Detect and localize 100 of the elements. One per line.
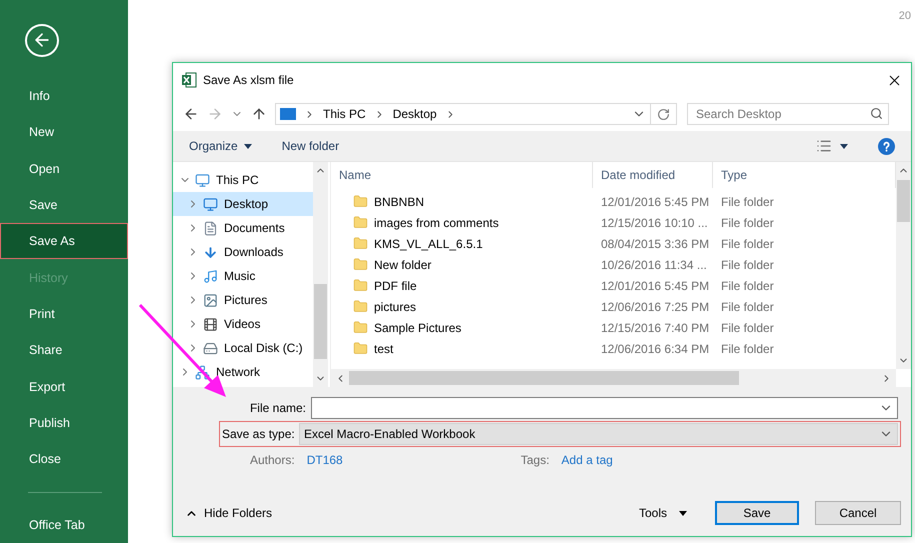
- add-tag-link[interactable]: Add a tag: [561, 453, 613, 467]
- monitor-icon: [280, 108, 296, 120]
- download-icon: [203, 244, 218, 260]
- type-cell-text: File folder: [720, 320, 775, 334]
- folder-tree-item[interactable]: Network: [173, 360, 313, 384]
- date-cell-text: 12/06/2016 6:34 PM: [600, 342, 710, 356]
- toolbar-button[interactable]: Organize: [189, 139, 252, 153]
- network-icon: [195, 364, 210, 380]
- backstage-menu-item[interactable]: Office Tab: [0, 506, 128, 543]
- scrollbar-thumb[interactable]: [897, 180, 910, 222]
- view-options-button[interactable]: [816, 138, 848, 154]
- folder-icon: [353, 236, 368, 251]
- scrollbar-thumb[interactable]: [349, 371, 739, 385]
- date-cell-text: 10/26/2016 11:34 ...: [600, 258, 708, 272]
- backstage-menu-item[interactable]: Info: [0, 78, 128, 114]
- film-icon: [203, 316, 218, 332]
- type-cell-text: File folder: [720, 216, 775, 230]
- date-cell-text: 12/15/2016 10:10 ...: [600, 216, 709, 230]
- file-row[interactable]: pictures 12/06/2016 7:25 PM File folder: [331, 296, 896, 317]
- dialog-button[interactable]: Cancel: [815, 501, 901, 525]
- search-field[interactable]: Search Desktop: [687, 103, 889, 125]
- type-cell-text: File folder: [720, 194, 775, 208]
- monitor-icon: [203, 196, 218, 212]
- folder-icon: [353, 194, 368, 209]
- file-row[interactable]: images from comments 12/15/2016 10:10 ... File folder: [331, 212, 896, 233]
- date-cell-text: 12/15/2016 7:40 PM: [600, 320, 710, 334]
- backstage-menu-item[interactable]: Share: [0, 332, 128, 369]
- caret-icon: [679, 510, 687, 516]
- backstage-menu-item[interactable]: Export: [0, 368, 128, 405]
- folder-icon: [353, 257, 368, 272]
- page-number: 20: [898, 10, 911, 22]
- column-header[interactable]: Date modified: [593, 162, 713, 188]
- date-cell-text: 12/06/2016 7:25 PM: [600, 300, 710, 314]
- file-name: BNBNBN: [374, 194, 424, 208]
- drive-icon: [203, 340, 218, 356]
- tools-menu-button[interactable]: Tools: [632, 501, 693, 525]
- folder-tree-item[interactable]: Local Disk (C:): [173, 336, 313, 360]
- folder-icon: [353, 320, 368, 335]
- backstage-menu-item[interactable]: Publish: [0, 404, 128, 442]
- address-bar[interactable]: This PC Desktop: [275, 103, 651, 125]
- backstage-menu-item[interactable]: Save As: [0, 223, 128, 260]
- backstage-menu-item[interactable]: Save: [0, 186, 128, 224]
- scrollbar[interactable]: [331, 369, 896, 387]
- refresh-button[interactable]: [651, 103, 677, 125]
- date-cell-text: 08/04/2015 3:36 PM: [600, 236, 710, 250]
- scrollbar-thumb[interactable]: [314, 284, 327, 359]
- type-cell-text: File folder: [720, 342, 775, 356]
- toolbar-button[interactable]: New folder: [282, 139, 340, 153]
- folder-tree-item[interactable]: Downloads: [173, 240, 313, 264]
- file-name: New folder: [374, 258, 432, 272]
- details-view-icon: [816, 138, 832, 154]
- search-icon: [870, 107, 883, 120]
- type-cell-text: File folder: [720, 258, 775, 272]
- folder-tree-item[interactable]: Pictures: [173, 288, 313, 312]
- file-name: KMS_VL_ALL_6.5.1: [374, 236, 483, 250]
- type-cell-text: File folder: [720, 278, 775, 292]
- date-cell-text: 12/01/2016 5:45 PM: [600, 194, 710, 208]
- backstage-menu-item[interactable]: New: [0, 114, 128, 150]
- authors-link[interactable]: DT168: [306, 453, 343, 467]
- file-row[interactable]: Sample Pictures 12/15/2016 7:40 PM File folder: [331, 317, 896, 338]
- back-button[interactable]: [25, 24, 59, 57]
- music-note-icon: [203, 268, 218, 284]
- breadcrumb-item[interactable]: Desktop: [392, 107, 437, 121]
- folder-tree-item[interactable]: Documents: [173, 216, 313, 240]
- back-button[interactable]: [183, 106, 199, 122]
- spreadsheet-app-icon: [181, 72, 197, 88]
- save-as-type-label: Save as type:: [222, 427, 296, 441]
- help-icon: [878, 138, 895, 154]
- file-row[interactable]: BNBNBN 12/01/2016 5:45 PM File folder: [331, 191, 896, 212]
- scrollbar[interactable]: [313, 162, 328, 387]
- hide-folders-button[interactable]: Hide Folders: [185, 506, 272, 520]
- backstage-menu-item[interactable]: Open: [0, 150, 128, 187]
- dialog-button[interactable]: Save: [715, 501, 799, 525]
- caret-icon: [244, 144, 252, 148]
- file-type-dropdown[interactable]: Excel Macro-Enabled Workbook: [299, 423, 898, 445]
- help-button[interactable]: [878, 138, 895, 154]
- backstage-menu-item[interactable]: Print: [0, 296, 128, 332]
- backstage-menu-item[interactable]: Close: [0, 441, 128, 478]
- folder-tree-item[interactable]: Music: [173, 264, 313, 288]
- column-header[interactable]: Name: [331, 162, 593, 188]
- file-name: Sample Pictures: [374, 320, 462, 334]
- folder-icon: [353, 278, 368, 293]
- file-name-field[interactable]: [311, 397, 898, 419]
- file-row[interactable]: PDF file 12/01/2016 5:45 PM File folder: [331, 275, 896, 296]
- folder-tree-item[interactable]: Videos: [173, 312, 313, 336]
- type-cell-text: File folder: [720, 236, 775, 250]
- breadcrumb-item[interactable]: This PC: [323, 107, 366, 121]
- scrollbar[interactable]: [896, 162, 911, 369]
- tags-label: Tags:: [520, 453, 550, 467]
- folder-tree-item[interactable]: Desktop: [173, 192, 313, 216]
- folder-tree-item[interactable]: This PC: [173, 168, 313, 192]
- file-name: images from comments: [374, 216, 499, 230]
- folder-icon: [353, 341, 368, 356]
- dialog-title: Save As xlsm file: [203, 73, 295, 87]
- file-row[interactable]: test 12/06/2016 6:34 PM File folder: [331, 338, 896, 359]
- file-name: PDF file: [374, 278, 417, 292]
- file-name-label: File name:: [248, 401, 307, 415]
- file-row[interactable]: New folder 10/26/2016 11:34 ... File folder: [331, 254, 896, 275]
- up-button[interactable]: [251, 106, 267, 122]
- file-row[interactable]: KMS_VL_ALL_6.5.1 08/04/2015 3:36 PM File folder: [331, 233, 896, 254]
